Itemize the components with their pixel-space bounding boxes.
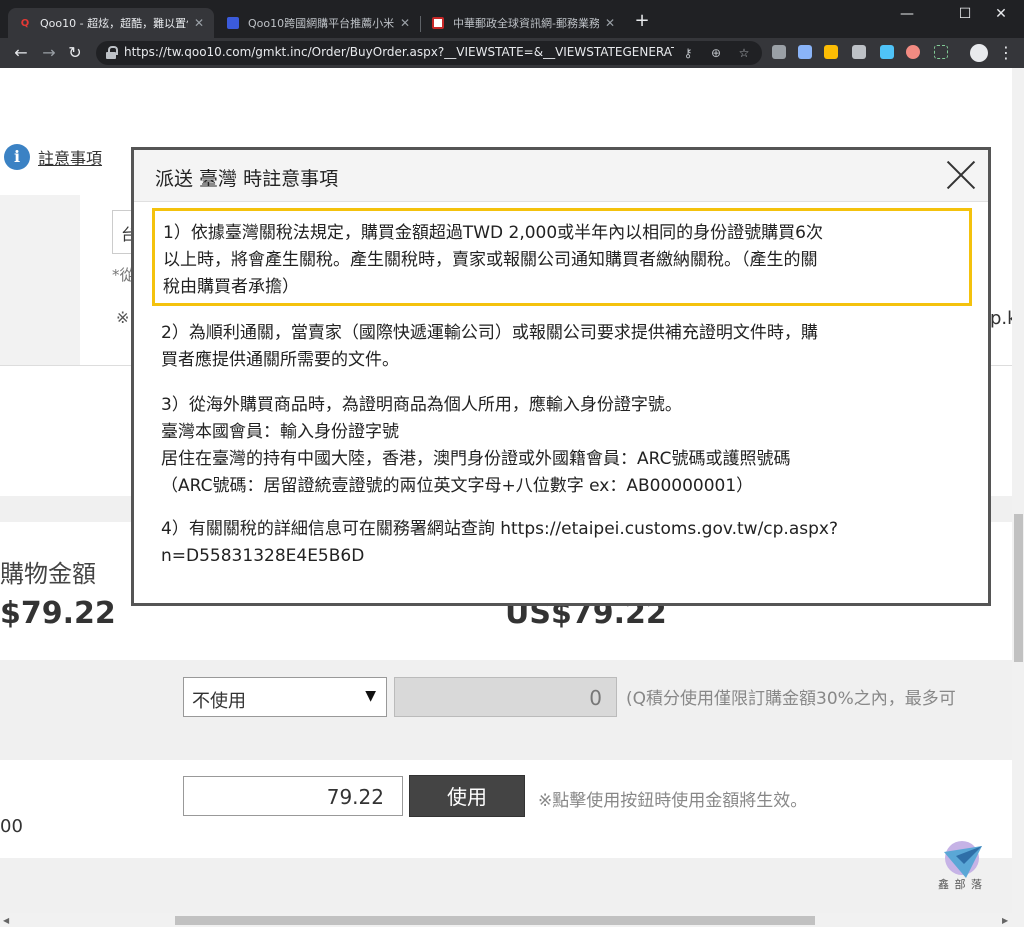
- tab-close-icon[interactable]: ✕: [400, 16, 410, 30]
- url-text: https://tw.qoo10.com/gmkt.inc/Order/BuyO…: [124, 45, 674, 59]
- use-button-note: ※點擊使用按鈕時使用金額將生效。: [538, 791, 808, 811]
- notice-item-3: 3）從海外購買商品時，為證明商品為個人所用，應輸入身份證字號。 臺灣本國會員：輸…: [161, 392, 971, 500]
- tab-title: 中華郵政全球資訊網-郵務業務 -: [453, 17, 599, 30]
- points-usage-selected: 不使用: [192, 691, 246, 712]
- total-amount-label: 購物金額: [0, 560, 96, 588]
- customs-notice-dialog: 派送 臺灣 時註意事項 1）依據臺灣關稅法規定，購買金額超過TWD 2,000或…: [131, 147, 991, 606]
- address-bar[interactable]: https://tw.qoo10.com/gmkt.inc/Order/BuyO…: [96, 41, 762, 65]
- tab-close-icon[interactable]: ✕: [605, 16, 615, 30]
- notice-item-2: 2）為順利通關，當賣家（國際快遞運輸公司）或報關公司要求提供補充證明文件時，購 …: [161, 320, 971, 374]
- notice-line: n=D55831328E4E5B6D: [161, 546, 365, 566]
- watermark-text: 鑫 部 落: [938, 878, 983, 891]
- form-label-column: [0, 195, 80, 365]
- notice-link[interactable]: i 註意事項: [4, 144, 102, 170]
- row-value: 00: [0, 816, 23, 837]
- extension-1-icon[interactable]: [772, 45, 786, 59]
- extension-7-icon[interactable]: [934, 45, 948, 59]
- minimize-icon[interactable]: —: [884, 0, 930, 28]
- reload-icon[interactable]: ↻: [64, 42, 86, 64]
- notice-line: 臺灣本國會員：輸入身份證字號: [161, 422, 399, 442]
- window-close-icon[interactable]: ✕: [978, 0, 1024, 28]
- browser-menu-icon[interactable]: ⋮: [998, 42, 1014, 64]
- tab-chunghwa-post[interactable]: 中華郵政全球資訊網-郵務業務 - ✕: [421, 8, 625, 38]
- use-button[interactable]: 使用: [409, 775, 525, 817]
- notice-line: 稅由購買者承擔）: [163, 277, 299, 297]
- tab-title: Qoo10跨國網購平台推薦小米直: [248, 17, 394, 30]
- lock-icon: [106, 46, 118, 59]
- notice-line: 4）有關關稅的詳細信息可在關務署網站查詢 https://etaipei.cus…: [161, 519, 838, 539]
- vertical-scrollbar[interactable]: [1012, 68, 1024, 913]
- post-favicon-icon: [431, 16, 445, 30]
- tab-title: Qoo10 - 超炫，超酷，難以置信的: [40, 17, 188, 30]
- extension-6-icon[interactable]: [906, 45, 920, 59]
- new-tab-icon[interactable]: +: [632, 10, 652, 32]
- section-band: [0, 858, 1024, 914]
- points-amount-input[interactable]: 0: [394, 677, 617, 717]
- extension-2-icon[interactable]: [798, 45, 812, 59]
- notice-line: 3）從海外購買商品時，為證明商品為個人所用，應輸入身份證字號。: [161, 395, 682, 415]
- browser-toolbar: ← → ↻ https://tw.qoo10.com/gmkt.inc/Orde…: [0, 38, 1024, 68]
- notice-line: 以上時，將會產生關稅。產生關稅時，賣家或報關公司通知購買者繳納關稅。（產生的關: [163, 250, 818, 270]
- notice-item-4: 4）有關關稅的詳細信息可在關務署網站查詢 https://etaipei.cus…: [161, 516, 971, 570]
- use-amount-input[interactable]: 79.22: [183, 776, 403, 816]
- notice-line: 居住在臺灣的持有中國大陸，香港，澳門身份證或外國籍會員：ARC號碼或護照號碼: [161, 449, 791, 469]
- notice-item-1: 1）依據臺灣關稅法規定，購買金額超過TWD 2,000或半年內以相同的身份證號購…: [152, 208, 972, 306]
- blog-favicon-icon: [226, 16, 240, 30]
- extension-5-icon[interactable]: [880, 45, 894, 59]
- notice-line: 2）為順利通關，當賣家（國際快遞運輸公司）或報關公司要求提供補充證明文件時，購: [161, 323, 818, 343]
- horizontal-scroll-thumb[interactable]: [175, 916, 815, 925]
- back-arrow-icon[interactable]: ←: [10, 42, 32, 64]
- tab-close-icon[interactable]: ✕: [194, 16, 204, 30]
- scroll-left-icon[interactable]: ◀: [3, 916, 9, 925]
- notice-line: 買者應提供通關所需要的文件。: [161, 350, 399, 370]
- dropdown-arrow-icon: ▼: [365, 688, 376, 704]
- info-icon: i: [4, 144, 30, 170]
- dialog-title: 派送 臺灣 時註意事項: [155, 168, 339, 190]
- notice-line: 1）依據臺灣關稅法規定，購買金額超過TWD 2,000或半年內以相同的身份證號購…: [163, 223, 823, 243]
- tab-qoo10-blog[interactable]: Qoo10跨國網購平台推薦小米直 ✕: [216, 8, 420, 38]
- form-note-mark: ※: [116, 308, 130, 327]
- bookmark-star-icon[interactable]: ☆: [736, 45, 752, 61]
- qoo10-favicon-icon: Q: [20, 17, 30, 29]
- browser-tab-strip: Q Qoo10 - 超炫，超酷，難以置信的 ✕ Qoo10跨國網購平台推薦小米直…: [0, 0, 1024, 38]
- dialog-header: 派送 臺灣 時註意事項: [134, 150, 988, 202]
- points-usage-note: (Q積分使用僅限訂購金額30%之內，最多可: [626, 689, 956, 709]
- forward-arrow-icon[interactable]: →: [38, 42, 60, 64]
- scroll-right-icon[interactable]: ▶: [1002, 916, 1008, 925]
- vertical-scroll-thumb[interactable]: [1014, 514, 1023, 662]
- zoom-icon[interactable]: ⊕: [708, 45, 724, 61]
- notice-line: （ARC號碼：居留證統壹證號的兩位英文字母+八位數字 ex：AB00000001…: [161, 476, 754, 496]
- extension-4-icon[interactable]: [852, 45, 866, 59]
- points-usage-select[interactable]: 不使用 ▼: [183, 677, 387, 717]
- tab-qoo10-order[interactable]: Q Qoo10 - 超炫，超酷，難以置信的 ✕: [8, 8, 214, 38]
- total-amount-value: $79.22: [0, 596, 116, 631]
- dialog-close-icon[interactable]: [946, 160, 976, 190]
- notice-link-text[interactable]: 註意事項: [38, 145, 102, 169]
- profile-avatar[interactable]: [970, 44, 988, 62]
- key-icon[interactable]: ⚷: [680, 45, 696, 61]
- extension-3-icon[interactable]: [824, 45, 838, 59]
